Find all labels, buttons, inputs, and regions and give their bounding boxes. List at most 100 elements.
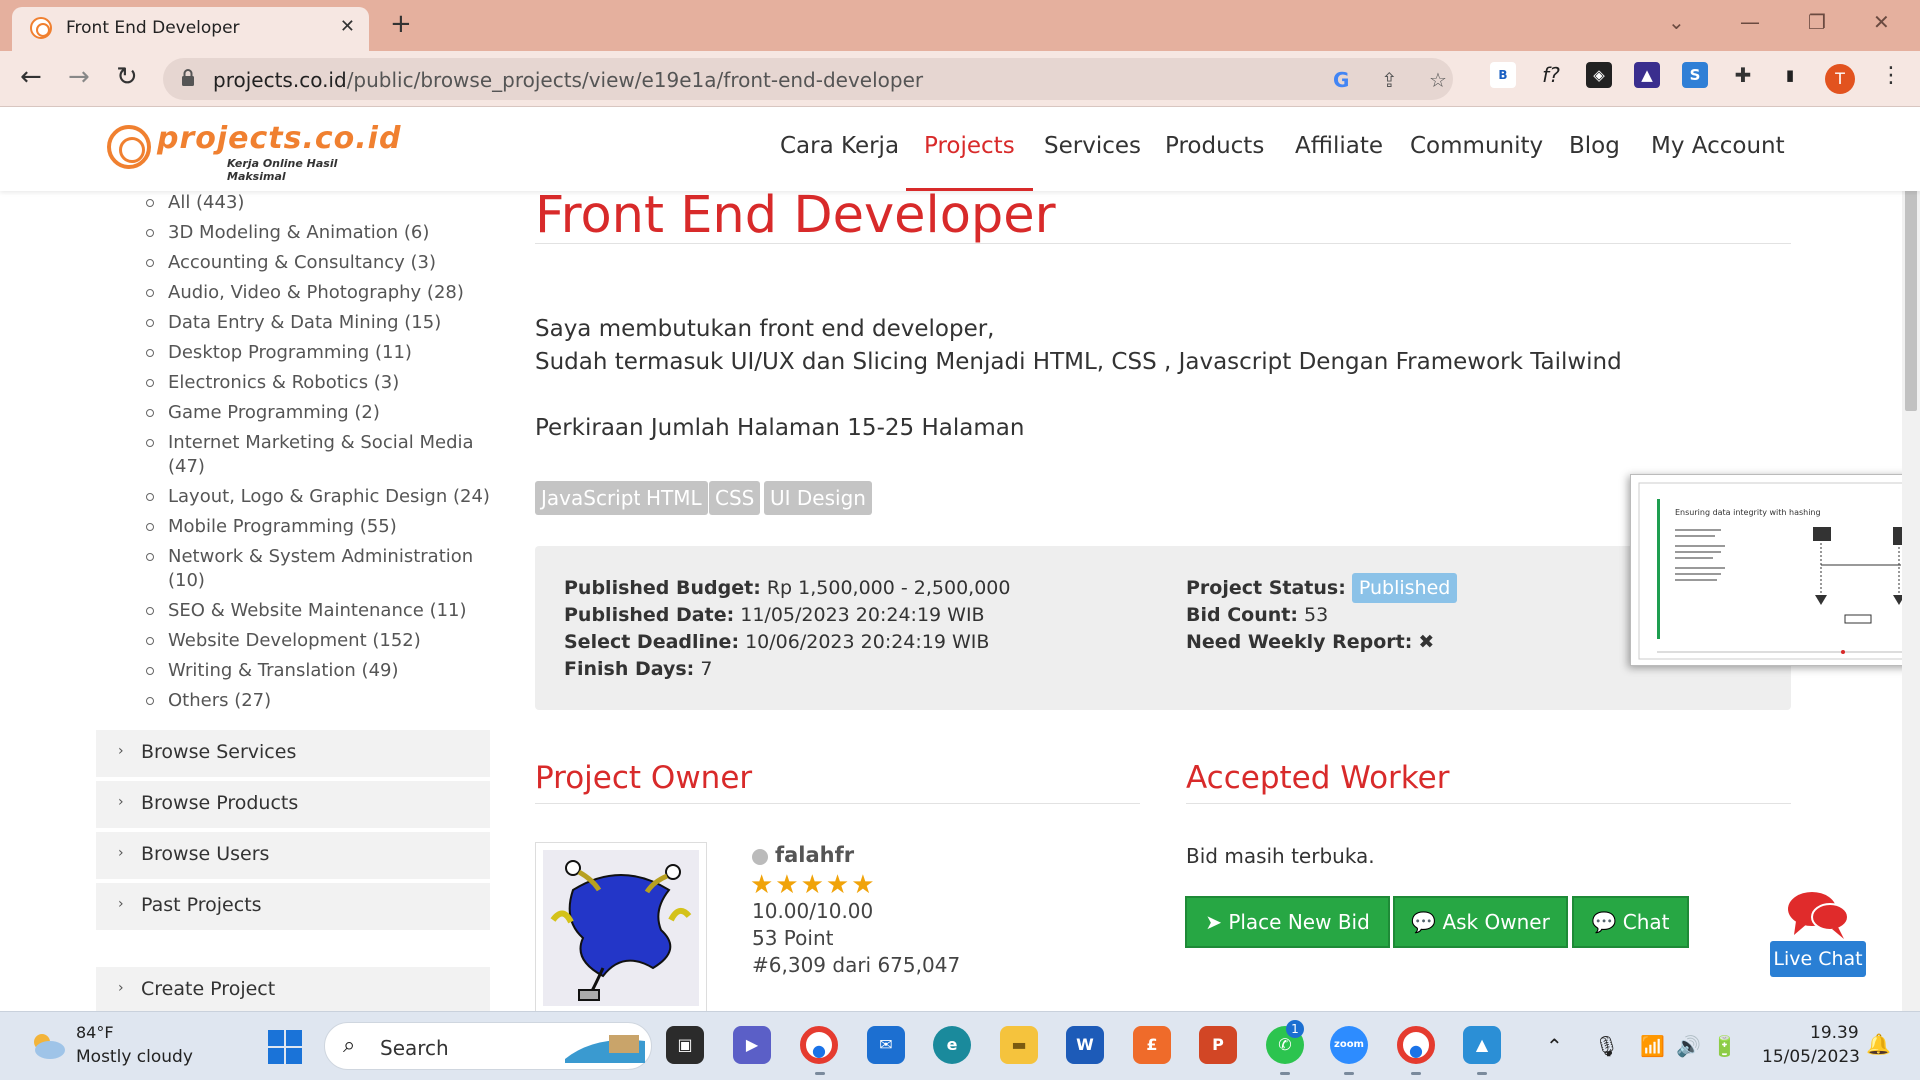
task-view-icon[interactable]: ▣ [666, 1026, 704, 1064]
app-orange-icon[interactable]: £ [1133, 1026, 1171, 1064]
category-item[interactable]: Network & System Administration (10) [145, 545, 473, 593]
close-window-icon[interactable]: ✕ [1873, 10, 1890, 34]
category-item[interactable]: SEO & Website Maintenance (11) [146, 599, 467, 623]
cloudy-weather-icon[interactable] [28, 1032, 66, 1060]
category-item[interactable]: Game Programming (2) [146, 401, 380, 425]
word-icon[interactable]: W [1066, 1026, 1104, 1064]
taskbar-search-box[interactable]: ⌕ Search [324, 1022, 652, 1070]
category-item[interactable]: Data Entry & Data Mining (15) [145, 311, 441, 335]
nav-projects[interactable]: Projects [906, 107, 1033, 191]
category-item[interactable]: Website Development (152) [146, 629, 421, 653]
category-item[interactable]: 3D Modeling & Animation (6) [145, 221, 429, 245]
clock-time[interactable]: 19.39 [1810, 1023, 1859, 1043]
category-item[interactable]: Accounting & Consultancy (3) [145, 251, 436, 275]
new-tab-icon[interactable]: + [390, 9, 412, 39]
profile-avatar[interactable]: T [1825, 64, 1855, 94]
extension-s-icon[interactable]: S [1682, 62, 1708, 88]
bookmark-star-icon[interactable]: ☆ [1429, 68, 1447, 92]
extensions-puzzle-icon[interactable]: ✚ [1730, 62, 1756, 88]
chat-button[interactable]: 💬 Chat [1572, 896, 1689, 948]
reload-icon[interactable]: ↻ [116, 62, 138, 92]
skill-tag[interactable]: JavaScript [535, 481, 648, 515]
teams-chat-icon[interactable]: ▶ [733, 1026, 771, 1064]
category-item[interactable]: Writing & Translation (49) [146, 659, 399, 683]
nav-blog[interactable]: Blog [1551, 107, 1638, 191]
windows-start-icon[interactable] [268, 1030, 302, 1064]
nav-my-account[interactable]: My Account [1633, 107, 1803, 191]
divider [535, 803, 1140, 804]
site-favicon-icon [30, 17, 52, 39]
nav-affiliate[interactable]: Affiliate [1277, 107, 1401, 191]
picture-in-picture-window[interactable]: Ensuring data integrity with hashing [1630, 474, 1920, 666]
file-explorer-icon[interactable]: ▬ [1000, 1026, 1038, 1064]
page-title: Front End Developer [535, 186, 1056, 245]
nav-services[interactable]: Services [1026, 107, 1159, 191]
forward-icon[interactable]: → [68, 62, 90, 92]
extension-b-icon[interactable]: B [1490, 62, 1516, 88]
google-lens-icon[interactable]: G [1333, 68, 1349, 92]
extension-cap-icon[interactable]: ▲ [1634, 62, 1660, 88]
close-tab-icon[interactable]: ✕ [340, 16, 355, 37]
edge-icon[interactable]: e [933, 1026, 971, 1064]
tab-search-chevron-icon[interactable]: ⌄ [1668, 10, 1685, 34]
minimize-icon[interactable]: — [1740, 10, 1760, 34]
volume-icon[interactable]: 🔊 [1676, 1034, 1701, 1058]
live-chat-button[interactable]: Live Chat [1770, 941, 1866, 977]
accepted-worker-heading: Accepted Worker [1186, 760, 1450, 796]
sidebar-browse-services[interactable]: › Browse Services [96, 730, 490, 777]
category-item[interactable]: Electronics & Robotics (3) [145, 371, 399, 395]
project-description-line: Sudah termasuk UI/UX dan Slicing Menjadi… [535, 349, 1622, 375]
weather-description[interactable]: Mostly cloudy [76, 1047, 193, 1067]
zoom-icon[interactable]: zoom [1330, 1026, 1368, 1064]
category-item[interactable]: Mobile Programming (55) [146, 515, 397, 539]
published-date: Published Date: 11/05/2023 20:24:19 WIB [564, 604, 985, 626]
browser-tab[interactable]: Front End Developer ✕ [12, 7, 369, 51]
category-item[interactable]: Internet Marketing & Social Media (47) [146, 431, 474, 479]
photos-icon[interactable]: ▲ [1463, 1026, 1501, 1064]
weather-temperature[interactable]: 84°F [76, 1023, 114, 1042]
browser-menu-icon[interactable]: ⋮ [1880, 63, 1902, 88]
live-chat-bubble-icon[interactable] [1786, 889, 1850, 941]
skill-tag[interactable]: CSS [709, 481, 761, 515]
nav-products[interactable]: Products [1147, 107, 1282, 191]
share-icon[interactable]: ⇪ [1381, 68, 1398, 92]
extension-game-icon[interactable]: ◈ [1586, 62, 1612, 88]
nav-cara-kerja[interactable]: Cara Kerja [762, 107, 917, 191]
sidebar-past-projects[interactable]: › Past Projects [96, 883, 490, 930]
page-scrollbar[interactable] [1902, 107, 1920, 1011]
chrome-icon[interactable]: ● [800, 1026, 838, 1064]
chrome-profile-icon[interactable]: ● [1397, 1026, 1435, 1064]
category-item[interactable]: Others (27) [145, 689, 271, 713]
extension-fx-icon[interactable]: f? [1538, 62, 1564, 88]
owner-avatar[interactable] [535, 842, 707, 1012]
sidebar-browse-products[interactable]: › Browse Products [96, 781, 490, 828]
category-item[interactable]: All (443) [145, 191, 244, 215]
category-item[interactable]: Desktop Programming (11) [146, 341, 412, 365]
sidebar-browse-users[interactable]: › Browse Users [96, 832, 490, 879]
site-logo[interactable]: projects.co.id Kerja Online Hasil Maksim… [107, 121, 400, 183]
notifications-icon[interactable]: 🔔 [1866, 1032, 1891, 1056]
skill-tag[interactable]: HTML [640, 481, 708, 515]
category-item[interactable]: Layout, Logo & Graphic Design (24) [146, 485, 490, 509]
wifi-icon[interactable]: 📶 [1640, 1034, 1665, 1058]
mail-icon[interactable]: ✉ [867, 1026, 905, 1064]
show-hidden-icons-icon[interactable]: ⌃ [1546, 1034, 1563, 1058]
address-bar[interactable]: projects.co.id/public/browse_projects/vi… [163, 58, 1453, 100]
side-panel-icon[interactable]: ▮ [1777, 62, 1803, 88]
weekly-report: Need Weekly Report: ✖ [1186, 631, 1435, 653]
ask-owner-button[interactable]: 💬 Ask Owner [1393, 896, 1568, 948]
category-item[interactable]: Audio, Video & Photography (28) [146, 281, 464, 305]
battery-icon[interactable]: 🔋 [1712, 1034, 1737, 1058]
clock-date[interactable]: 15/05/2023 [1762, 1047, 1860, 1067]
sidebar-create-project[interactable]: › Create Project [96, 967, 490, 1014]
nav-community[interactable]: Community [1392, 107, 1561, 191]
skill-tag[interactable]: UI Design [764, 481, 872, 515]
powerpoint-icon[interactable]: P [1199, 1026, 1237, 1064]
back-icon[interactable]: ← [20, 62, 42, 92]
microphone-icon[interactable]: 🎙 [1594, 1034, 1619, 1058]
restore-icon[interactable]: ❐ [1808, 10, 1826, 34]
project-description-line: Perkiraan Jumlah Halaman 15-25 Halaman [535, 415, 1025, 441]
place-new-bid-button[interactable]: ➤ Place New Bid [1185, 896, 1390, 948]
owner-username[interactable]: falahfr [775, 843, 854, 867]
chevron-right-icon: › [118, 845, 124, 861]
